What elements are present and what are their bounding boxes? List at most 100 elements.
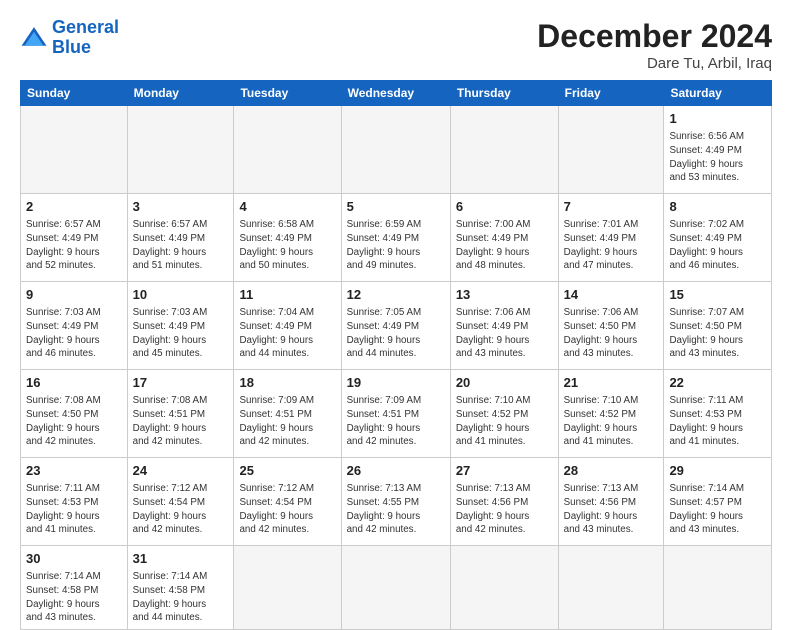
day-info: Sunrise: 7:12 AM Sunset: 4:54 PM Dayligh… xyxy=(133,482,229,537)
page: General Blue December 2024 Dare Tu, Arbi… xyxy=(0,0,792,612)
day-info: Sunrise: 7:11 AM Sunset: 4:53 PM Dayligh… xyxy=(26,482,122,537)
table-row xyxy=(450,106,558,194)
table-row: 11 Sunrise: 7:04 AM Sunset: 4:49 PM Dayli… xyxy=(234,282,341,370)
day-info: Sunrise: 7:13 AM Sunset: 4:56 PM Dayligh… xyxy=(456,482,553,537)
day-number: 18 xyxy=(239,374,335,392)
logo: General Blue xyxy=(20,18,119,58)
day-info: Sunrise: 7:09 AM Sunset: 4:51 PM Dayligh… xyxy=(347,394,445,449)
day-info: Sunrise: 6:58 AM Sunset: 4:49 PM Dayligh… xyxy=(239,218,335,273)
day-number: 19 xyxy=(347,374,445,392)
table-row: 8Sunrise: 7:02 AM Sunset: 4:49 PM Daylig… xyxy=(664,194,772,282)
location: Dare Tu, Arbil, Iraq xyxy=(537,55,772,72)
day-info: Sunrise: 7:11 AM Sunset: 4:53 PM Dayligh… xyxy=(669,394,766,449)
table-row xyxy=(450,546,558,630)
day-number: 25 xyxy=(239,462,335,480)
table-row: 27 Sunrise: 7:13 AM Sunset: 4:56 PM Dayli… xyxy=(450,458,558,546)
table-row: 4Sunrise: 6:58 AM Sunset: 4:49 PM Daylig… xyxy=(234,194,341,282)
table-row: 7Sunrise: 7:01 AM Sunset: 4:49 PM Daylig… xyxy=(558,194,664,282)
day-info: Sunrise: 7:05 AM Sunset: 4:49 PM Dayligh… xyxy=(347,306,445,361)
day-number: 14 xyxy=(564,286,659,304)
table-row xyxy=(234,106,341,194)
day-number: 1 xyxy=(669,110,766,128)
day-number: 9 xyxy=(26,286,122,304)
day-number: 28 xyxy=(564,462,659,480)
col-saturday: Saturday xyxy=(664,81,772,106)
table-row: 30 Sunrise: 7:14 AM Sunset: 4:58 PM Dayli… xyxy=(21,546,128,630)
table-row xyxy=(341,546,450,630)
day-number: 29 xyxy=(669,462,766,480)
calendar-row: 16 Sunrise: 7:08 AM Sunset: 4:50 PM Dayli… xyxy=(21,370,772,458)
day-number: 16 xyxy=(26,374,122,392)
table-row: 2 Sunrise: 6:57 AM Sunset: 4:49 PM Daylig… xyxy=(21,194,128,282)
table-row: 12 Sunrise: 7:05 AM Sunset: 4:49 PM Dayli… xyxy=(341,282,450,370)
day-number: 11 xyxy=(239,286,335,304)
calendar-table: Sunday Monday Tuesday Wednesday Thursday… xyxy=(20,80,772,630)
day-info: Sunrise: 7:14 AM Sunset: 4:57 PM Dayligh… xyxy=(669,482,766,537)
day-info: Sunrise: 6:57 AM Sunset: 4:49 PM Dayligh… xyxy=(26,218,122,273)
table-row: 16 Sunrise: 7:08 AM Sunset: 4:50 PM Dayli… xyxy=(21,370,128,458)
day-info: Sunrise: 7:10 AM Sunset: 4:52 PM Dayligh… xyxy=(456,394,553,449)
calendar-row: 30 Sunrise: 7:14 AM Sunset: 4:58 PM Dayli… xyxy=(21,546,772,630)
table-row: 21 Sunrise: 7:10 AM Sunset: 4:52 PM Dayli… xyxy=(558,370,664,458)
table-row: 31Sunrise: 7:14 AM Sunset: 4:58 PM Dayli… xyxy=(127,546,234,630)
day-number: 21 xyxy=(564,374,659,392)
month-title: December 2024 xyxy=(537,18,772,55)
table-row: 1 Sunrise: 6:56 AM Sunset: 4:49 PM Daylig… xyxy=(664,106,772,194)
day-number: 6 xyxy=(456,198,553,216)
table-row: 3Sunrise: 6:57 AM Sunset: 4:49 PM Daylig… xyxy=(127,194,234,282)
day-number: 12 xyxy=(347,286,445,304)
day-info: Sunrise: 7:08 AM Sunset: 4:50 PM Dayligh… xyxy=(26,394,122,449)
table-row xyxy=(21,106,128,194)
col-monday: Monday xyxy=(127,81,234,106)
calendar-row: 23 Sunrise: 7:11 AM Sunset: 4:53 PM Dayli… xyxy=(21,458,772,546)
day-info: Sunrise: 7:13 AM Sunset: 4:55 PM Dayligh… xyxy=(347,482,445,537)
day-info: Sunrise: 7:14 AM Sunset: 4:58 PM Dayligh… xyxy=(133,570,229,625)
table-row: 24 Sunrise: 7:12 AM Sunset: 4:54 PM Dayli… xyxy=(127,458,234,546)
day-number: 5 xyxy=(347,198,445,216)
table-row: 15Sunrise: 7:07 AM Sunset: 4:50 PM Dayli… xyxy=(664,282,772,370)
table-row: 28 Sunrise: 7:13 AM Sunset: 4:56 PM Dayli… xyxy=(558,458,664,546)
calendar-row: 2 Sunrise: 6:57 AM Sunset: 4:49 PM Daylig… xyxy=(21,194,772,282)
title-block: December 2024 Dare Tu, Arbil, Iraq xyxy=(537,18,772,72)
day-number: 2 xyxy=(26,198,122,216)
table-row: 20Sunrise: 7:10 AM Sunset: 4:52 PM Dayli… xyxy=(450,370,558,458)
day-info: Sunrise: 7:06 AM Sunset: 4:50 PM Dayligh… xyxy=(564,306,659,361)
calendar-header-row: Sunday Monday Tuesday Wednesday Thursday… xyxy=(21,81,772,106)
table-row: 13Sunrise: 7:06 AM Sunset: 4:49 PM Dayli… xyxy=(450,282,558,370)
col-thursday: Thursday xyxy=(450,81,558,106)
day-info: Sunrise: 7:04 AM Sunset: 4:49 PM Dayligh… xyxy=(239,306,335,361)
table-row: 26Sunrise: 7:13 AM Sunset: 4:55 PM Dayli… xyxy=(341,458,450,546)
day-info: Sunrise: 7:03 AM Sunset: 4:49 PM Dayligh… xyxy=(133,306,229,361)
day-info: Sunrise: 7:13 AM Sunset: 4:56 PM Dayligh… xyxy=(564,482,659,537)
table-row: 5 Sunrise: 6:59 AM Sunset: 4:49 PM Daylig… xyxy=(341,194,450,282)
calendar-row: 1 Sunrise: 6:56 AM Sunset: 4:49 PM Daylig… xyxy=(21,106,772,194)
day-number: 7 xyxy=(564,198,659,216)
col-sunday: Sunday xyxy=(21,81,128,106)
day-info: Sunrise: 6:59 AM Sunset: 4:49 PM Dayligh… xyxy=(347,218,445,273)
day-number: 15 xyxy=(669,286,766,304)
table-row: 22Sunrise: 7:11 AM Sunset: 4:53 PM Dayli… xyxy=(664,370,772,458)
table-row xyxy=(341,106,450,194)
day-info: Sunrise: 7:08 AM Sunset: 4:51 PM Dayligh… xyxy=(133,394,229,449)
table-row: 18Sunrise: 7:09 AM Sunset: 4:51 PM Dayli… xyxy=(234,370,341,458)
day-number: 27 xyxy=(456,462,553,480)
day-info: Sunrise: 7:12 AM Sunset: 4:54 PM Dayligh… xyxy=(239,482,335,537)
table-row: 23 Sunrise: 7:11 AM Sunset: 4:53 PM Dayli… xyxy=(21,458,128,546)
day-info: Sunrise: 7:03 AM Sunset: 4:49 PM Dayligh… xyxy=(26,306,122,361)
day-info: Sunrise: 6:56 AM Sunset: 4:49 PM Dayligh… xyxy=(669,130,766,185)
header: General Blue December 2024 Dare Tu, Arbi… xyxy=(20,18,772,72)
day-info: Sunrise: 7:10 AM Sunset: 4:52 PM Dayligh… xyxy=(564,394,659,449)
day-number: 30 xyxy=(26,550,122,568)
day-info: Sunrise: 7:00 AM Sunset: 4:49 PM Dayligh… xyxy=(456,218,553,273)
day-info: Sunrise: 7:06 AM Sunset: 4:49 PM Dayligh… xyxy=(456,306,553,361)
table-row: 29 Sunrise: 7:14 AM Sunset: 4:57 PM Dayli… xyxy=(664,458,772,546)
table-row xyxy=(558,106,664,194)
table-row: 6 Sunrise: 7:00 AM Sunset: 4:49 PM Daylig… xyxy=(450,194,558,282)
col-wednesday: Wednesday xyxy=(341,81,450,106)
day-info: Sunrise: 7:14 AM Sunset: 4:58 PM Dayligh… xyxy=(26,570,122,625)
day-number: 23 xyxy=(26,462,122,480)
day-info: Sunrise: 6:57 AM Sunset: 4:49 PM Dayligh… xyxy=(133,218,229,273)
day-number: 10 xyxy=(133,286,229,304)
logo-line1: General xyxy=(52,17,119,37)
day-number: 24 xyxy=(133,462,229,480)
